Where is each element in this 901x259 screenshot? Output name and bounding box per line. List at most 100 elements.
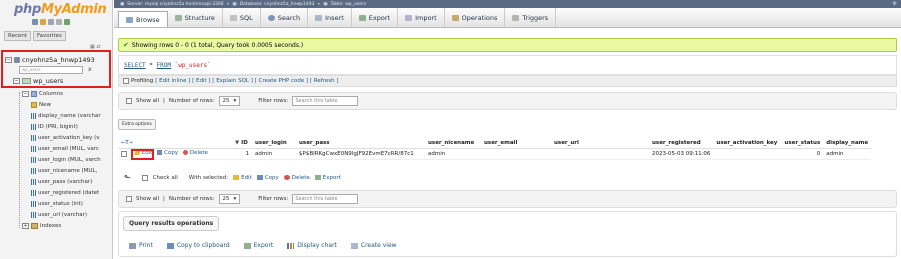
collapse-all-icon[interactable]: ▦ ⇄ <box>90 44 106 50</box>
gear-icon[interactable]: ⚙ <box>893 1 897 7</box>
column-label: user_pass (varchar) <box>38 179 93 185</box>
column-label: user_nicename (MUL, <box>38 168 98 174</box>
tab-label: Export <box>368 13 391 22</box>
sql-tool-links[interactable]: [ Edit inline ] [ Edit ] [ Explain SQL ]… <box>155 78 338 84</box>
bulk-delete-label: Delete <box>291 174 310 181</box>
new-column-node[interactable]: New <box>31 102 51 108</box>
tab-browse[interactable]: Browse <box>118 11 168 27</box>
favorites-tab[interactable]: Favorites <box>33 31 66 41</box>
extra-options-button[interactable]: Extra options <box>118 119 156 130</box>
rows-select[interactable]: 25 ▾ <box>218 96 241 106</box>
bulk-export-button[interactable]: Export <box>314 175 341 181</box>
home-icon[interactable] <box>32 19 38 25</box>
cell-user-login[interactable]: admin <box>252 148 296 160</box>
profiling-checkbox[interactable] <box>123 78 129 84</box>
cell-user-url[interactable] <box>551 148 649 160</box>
copy-clipboard-link[interactable]: Copy to clipboard <box>166 242 230 249</box>
tab-insert[interactable]: Insert <box>308 8 352 27</box>
print-label: Print <box>139 242 153 249</box>
header-user-url[interactable]: user_url <box>551 139 649 149</box>
show-all-checkbox[interactable] <box>126 98 132 104</box>
row-checkbox[interactable] <box>121 150 127 157</box>
rows-value: 25 <box>222 98 230 104</box>
row-copy-link[interactable]: Copy <box>157 150 178 156</box>
column-item[interactable]: user_status (int) <box>31 201 112 207</box>
cell-user-pass[interactable]: $P$BIRKgCwxE0N9lgJF92EvmE7cRR/87c1 <box>296 148 425 160</box>
collapse-icon[interactable]: − <box>22 91 29 97</box>
cell-user-nicename[interactable]: admin <box>425 148 481 160</box>
check-all-checkbox[interactable] <box>141 174 148 181</box>
tab-triggers[interactable]: Triggers <box>505 8 557 27</box>
column-item[interactable]: user_nicename (MUL, <box>31 168 112 174</box>
rows-select[interactable]: 25 ▾ <box>218 194 241 204</box>
column-item[interactable]: user_pass (varchar) <box>31 179 112 185</box>
column-item[interactable]: user_url (varchar) <box>31 212 112 218</box>
cell-user-email[interactable] <box>481 148 551 160</box>
cell-id[interactable]: 1 <box>232 148 252 160</box>
header-user-login[interactable]: user_login <box>252 139 296 149</box>
breadcrumb-server[interactable]: Server: mysql.cnyohnz5a.hnnhmsapi:3306 <box>127 2 223 7</box>
logout-icon[interactable] <box>40 19 46 25</box>
show-all-checkbox[interactable] <box>126 196 132 202</box>
check-all-label[interactable]: Check all <box>153 175 178 181</box>
cell-user-status[interactable]: 0 <box>781 148 824 160</box>
tab-sql[interactable]: SQL <box>223 8 261 27</box>
bulk-delete-button[interactable]: Delete <box>283 174 310 181</box>
show-all-label: Show all <box>136 196 160 202</box>
export-icon <box>314 175 321 180</box>
filter-rows-input[interactable]: Search this table <box>292 96 359 106</box>
operations-icon <box>451 14 459 21</box>
header-display-name[interactable]: display_name <box>823 139 872 149</box>
highlight-annotation <box>131 148 154 160</box>
create-view-link[interactable]: Create view <box>350 242 397 249</box>
header-id[interactable]: ▼ ID <box>232 139 252 149</box>
print-link[interactable]: Print <box>129 242 153 249</box>
tab-search[interactable]: Search <box>261 8 309 27</box>
settings-icon[interactable] <box>56 19 62 25</box>
tab-operations[interactable]: Operations <box>445 8 506 27</box>
tab-import[interactable]: Import <box>398 8 445 27</box>
rows-value: 25 <box>222 196 230 202</box>
column-item[interactable]: user_activation_key (v <box>31 135 112 141</box>
column-arrows[interactable]: ←T→ <box>118 139 232 149</box>
indexes-icon <box>31 223 38 229</box>
column-label: user_login (MUL, varch <box>38 157 101 163</box>
sql-keyword-select[interactable]: SELECT <box>124 62 146 69</box>
header-user-registered[interactable]: user_registered <box>649 139 714 149</box>
column-item[interactable]: display_name (varchar <box>31 113 112 119</box>
header-user-email[interactable]: user_email <box>481 139 551 149</box>
export-link[interactable]: Export <box>243 242 273 249</box>
breadcrumb-database[interactable]: Database: cnyohnz5a_hnwp1493 <box>240 2 315 7</box>
column-item[interactable]: user_login (MUL, varch <box>31 157 112 163</box>
breadcrumb-table[interactable]: Table: wp_users <box>331 2 367 7</box>
header-user-nicename[interactable]: user_nicename <box>425 139 481 149</box>
arrows-icon[interactable]: ←T→ <box>121 140 133 146</box>
tab-structure[interactable]: Structure <box>168 8 223 27</box>
column-item[interactable]: ID (PRI, bigint) <box>31 124 112 130</box>
cell-user-registered[interactable]: 2023-05-03 09:11:06 <box>649 148 714 160</box>
display-chart-link[interactable]: Display chart <box>287 242 337 249</box>
indexes-node[interactable]: + Indexes <box>22 223 61 229</box>
column-icon <box>31 212 36 218</box>
recent-tab[interactable]: Recent <box>4 31 32 41</box>
reload-icon[interactable] <box>64 19 70 25</box>
column-item[interactable]: user_registered (datet <box>31 190 112 196</box>
tab-export[interactable]: Export <box>352 8 399 27</box>
expand-icon[interactable]: + <box>22 223 29 229</box>
bulk-edit-button[interactable]: Edit <box>233 175 252 181</box>
phpmyadmin-logo[interactable]: phpMyAdmin <box>14 2 107 17</box>
header-user-status[interactable]: user_status <box>781 139 824 149</box>
bulk-copy-button[interactable]: Copy <box>256 175 279 181</box>
cell-display-name[interactable]: admin <box>823 148 872 160</box>
row-delete-link[interactable]: Delete <box>182 150 208 156</box>
sql-keyword-from[interactable]: FROM <box>157 62 171 69</box>
header-user-pass[interactable]: user_pass <box>296 139 425 149</box>
cell-user-activation-key[interactable] <box>713 148 782 160</box>
header-user-activation-key[interactable]: user_activation_key <box>713 139 782 149</box>
docs-icon[interactable] <box>48 19 54 25</box>
filter-rows-input[interactable]: Search this table <box>292 194 359 204</box>
columns-node[interactable]: − Columns <box>22 91 63 97</box>
column-item[interactable]: user_email (MUL, varc <box>31 146 112 152</box>
sql-query-box[interactable]: SELECT * FROM `wp_users` <box>118 55 897 75</box>
import-icon <box>405 14 413 21</box>
